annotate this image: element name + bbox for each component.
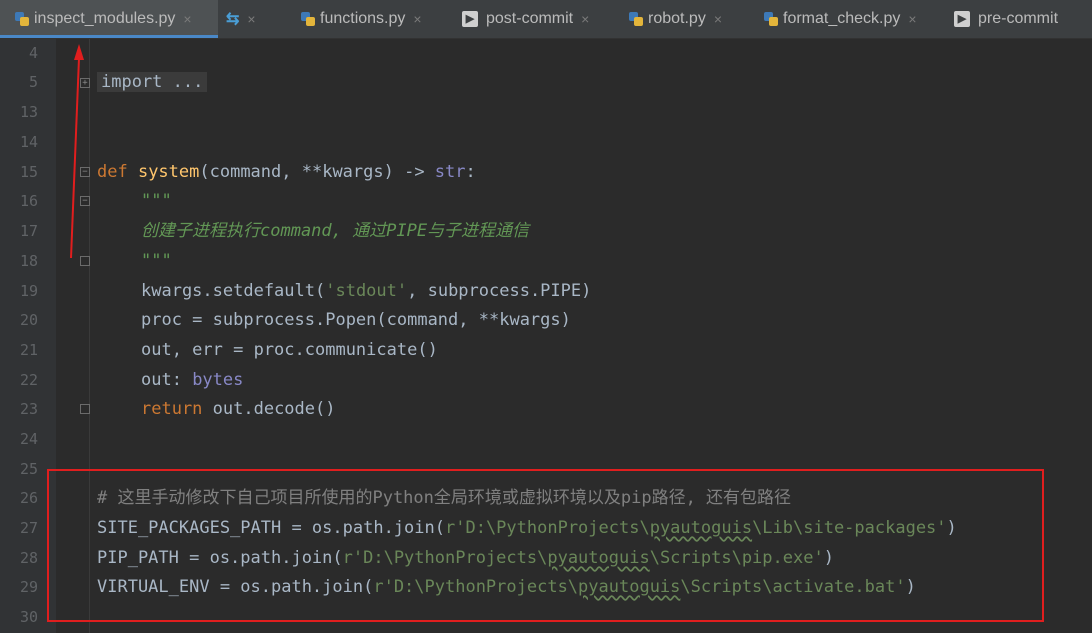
tab-label: post-commit (486, 10, 574, 27)
tab-format-check[interactable]: format_check.py × (763, 0, 943, 38)
python-file-icon (763, 11, 779, 27)
line-number: 27 (19, 519, 38, 537)
builtin: str (434, 162, 466, 182)
tab-robot[interactable]: robot.py × (628, 0, 752, 38)
code-text: (command, (199, 162, 302, 182)
code-line-23: return out.decode() (141, 395, 335, 424)
tab-label: functions.py (320, 10, 406, 27)
tab-diff[interactable]: ⇆ × (226, 0, 286, 38)
code-line-16: """ (141, 191, 172, 211)
code-text: out.decode() (212, 399, 336, 419)
keyword: def (97, 162, 138, 182)
line-number: 30 (19, 608, 38, 626)
line-number: 26 (19, 489, 38, 507)
line-number: 23 (19, 400, 38, 418)
line-number: 29 (19, 578, 38, 596)
terminal-icon: ▶ (954, 11, 970, 27)
line-number: 20 (19, 311, 38, 329)
code-line-17: 创建子进程执行command, 通过PIPE与子进程通信 (141, 221, 530, 241)
tab-post-commit[interactable]: ▶ post-commit × (462, 0, 617, 38)
close-icon[interactable]: × (183, 11, 191, 27)
fold-end-icon[interactable] (80, 404, 90, 414)
line-number: 21 (19, 341, 38, 359)
code-line-20: proc = subprocess.Popen(command, **kwarg… (141, 310, 571, 330)
code-line-5: import ... (97, 68, 208, 97)
close-icon[interactable]: × (581, 11, 589, 27)
annotation-arrow-icon (70, 44, 84, 259)
string-literal: 'stdout' (325, 281, 408, 301)
highlight-annotation-box (47, 469, 1044, 622)
code-text: out: (141, 370, 193, 390)
close-icon[interactable]: × (714, 11, 722, 27)
line-number: 19 (19, 282, 38, 300)
tab-label: robot.py (648, 10, 706, 27)
code-text: , subprocess.PIPE) (407, 281, 592, 301)
tab-label: format_check.py (783, 10, 901, 27)
python-file-icon (300, 11, 316, 27)
code-text: **kwargs) -> (301, 162, 435, 182)
code-line-19: kwargs.setdefault('stdout', subprocess.P… (141, 277, 591, 306)
code-line-15: def system(command, **kwargs) -> str: (97, 158, 476, 187)
close-icon[interactable]: × (908, 11, 916, 27)
line-number: 28 (19, 549, 38, 567)
code-text: kwargs.setdefault( (141, 281, 326, 301)
editor-tab-bar: inspect_modules.py × ⇆ × functions.py × … (0, 0, 1092, 39)
diff-icon: ⇆ (226, 11, 240, 28)
code-text: : (465, 162, 476, 182)
code-line-22: out: bytes (141, 366, 243, 395)
tab-label: pre-commit (978, 10, 1059, 27)
builtin: bytes (192, 370, 244, 390)
keyword: return (141, 399, 213, 419)
close-icon[interactable]: × (413, 11, 421, 27)
line-number: 25 (19, 460, 38, 478)
python-file-icon (628, 11, 644, 27)
tab-functions[interactable]: functions.py × (300, 0, 450, 38)
tab-pre-commit[interactable]: ▶ pre-commit (954, 0, 1092, 38)
function-name: system (137, 162, 200, 182)
code-line-21: out, err = proc.communicate() (141, 340, 438, 360)
terminal-icon: ▶ (462, 11, 478, 27)
folded-imports[interactable]: import ... (97, 72, 208, 92)
line-number: 24 (19, 430, 38, 448)
code-line-18: """ (141, 251, 172, 271)
line-number: 22 (19, 371, 38, 389)
close-icon[interactable]: × (247, 11, 255, 27)
